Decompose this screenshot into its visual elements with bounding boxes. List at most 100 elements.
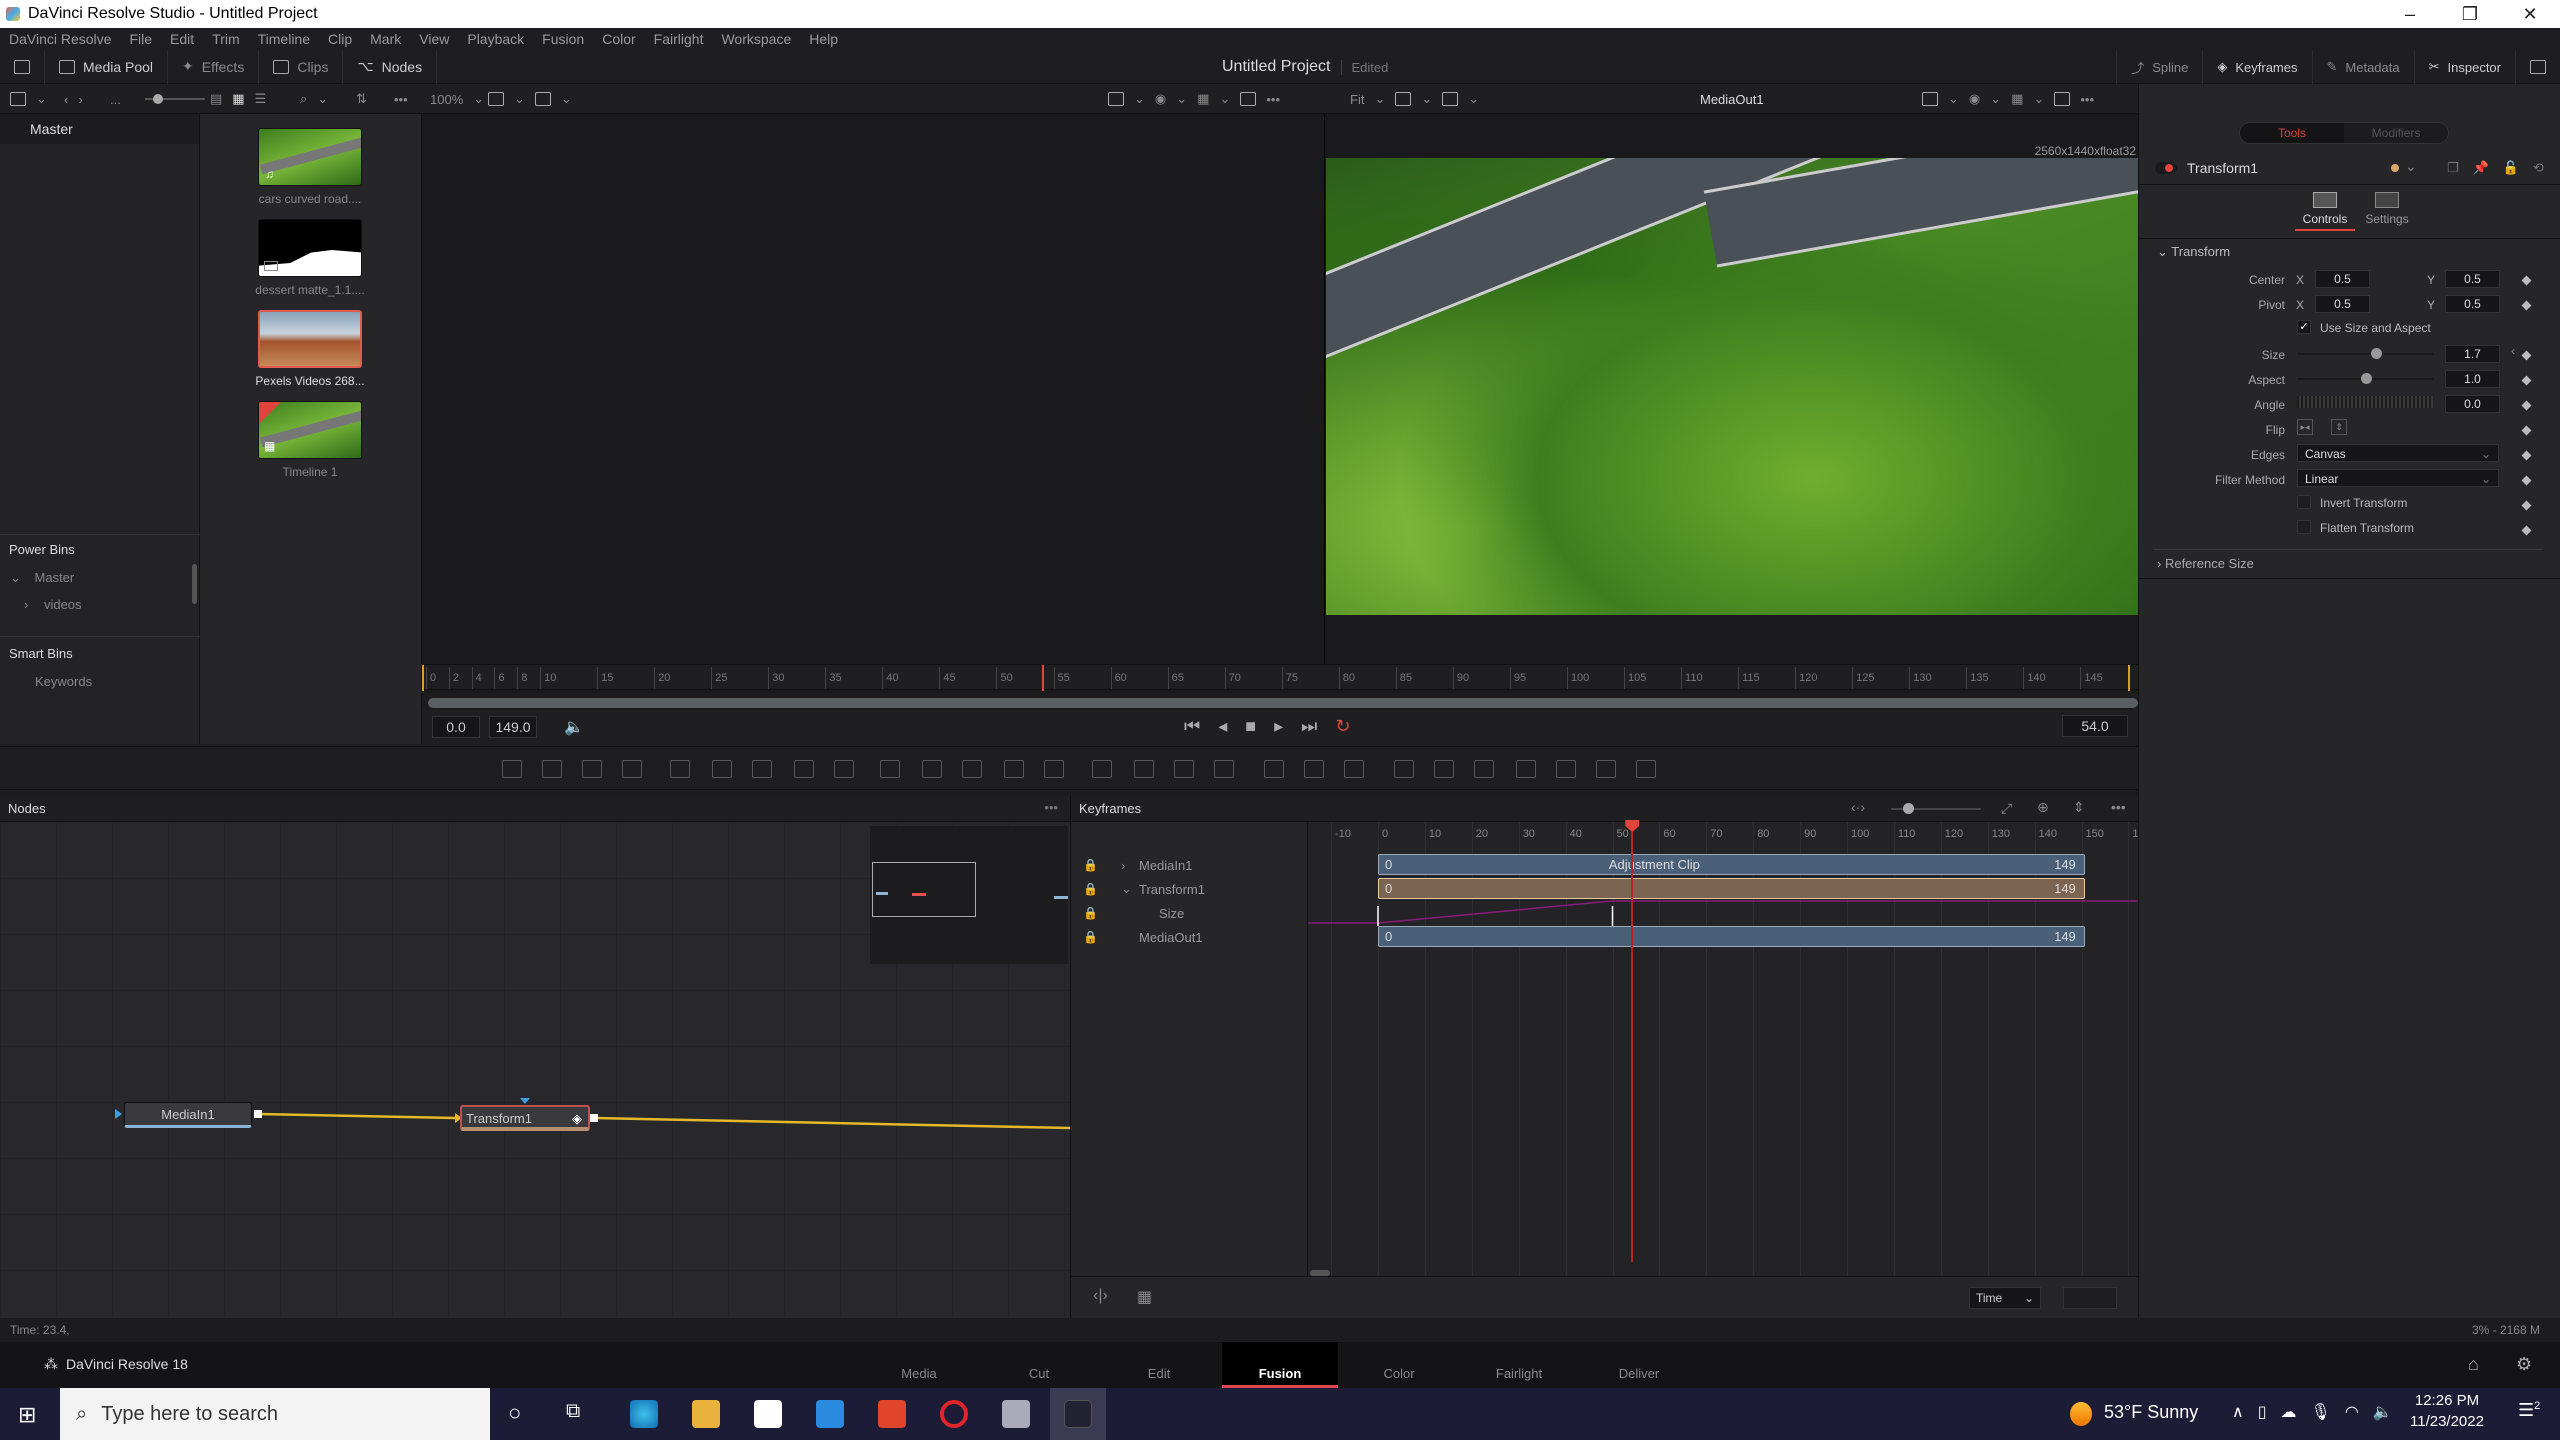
keyframe-diamond-icon[interactable] [2521, 300, 2532, 311]
keyframe-diamond-icon[interactable] [2521, 525, 2532, 536]
keyframes-timeline[interactable]: -10 0 10 20 30 40 50 60 70 80 90 100 110 120 130 140 150… [1308, 820, 2151, 1276]
keyframe-track-row[interactable]: 🔒 › MediaIn1 [1071, 854, 1309, 876]
node-mediain1[interactable]: MediaIn1 [124, 1102, 252, 1128]
size-slider[interactable] [2297, 348, 2433, 359]
power-bin-master[interactable]: ⌄ Master [10, 570, 74, 586]
subtab-controls[interactable]: Controls [2295, 192, 2355, 231]
time-value-field[interactable] [2063, 1287, 2117, 1309]
more-options-button[interactable]: ••• [394, 84, 408, 114]
menu-color[interactable]: Color [593, 31, 644, 47]
menu-view[interactable]: View [410, 31, 458, 47]
merge-tool-icon[interactable] [880, 760, 900, 778]
aspect-slider[interactable] [2297, 373, 2433, 384]
bspline-mask-tool-icon[interactable] [1214, 760, 1234, 778]
opera-icon[interactable] [940, 1400, 968, 1428]
tool-color-icon[interactable] [2391, 164, 2399, 172]
media-clip-thumbnail[interactable]: ▦ [258, 401, 362, 459]
fit-dropdown[interactable]: Fit ⌄ ⌄ ⌄ [1350, 84, 1479, 114]
file-explorer-icon[interactable] [692, 1400, 720, 1428]
maximize-button[interactable]: ❐ [2440, 0, 2500, 28]
microphone-icon[interactable]: 🎙 [2311, 1402, 2331, 1422]
right-viewer-tools[interactable]: ⌄ ◉ ⌄ ▦ ⌄ ••• [1922, 84, 2094, 114]
cortana-icon[interactable]: ○ [508, 1400, 521, 1426]
play-icon[interactable]: ▸ [1274, 716, 1283, 737]
davinci-taskbar-button[interactable] [1050, 1388, 1106, 1440]
use-size-aspect-checkbox[interactable]: ✓ [2297, 320, 2311, 334]
node-editor[interactable]: MediaIn1 Transform1 ◈ [0, 822, 1070, 1318]
particles-tool-icon[interactable] [670, 760, 690, 778]
transform-tool-icon[interactable] [1004, 760, 1024, 778]
left-viewer-tools[interactable]: ⌄ ◉ ⌄ ▦ ⌄ ••• [1108, 84, 1280, 114]
tool-enable-toggle[interactable] [2155, 162, 2177, 174]
background-tool-icon[interactable] [502, 760, 522, 778]
forward-icon[interactable]: › [78, 92, 82, 107]
menu-davinci[interactable]: DaVinci Resolve [0, 31, 120, 47]
stop-icon[interactable]: ■ [1245, 716, 1256, 737]
nodes-more-button[interactable]: ••• [1044, 800, 1058, 815]
effects-button[interactable]: ✦ Effects [168, 49, 260, 84]
keyframe-diamond-icon[interactable] [2521, 375, 2532, 386]
keyframes-tab[interactable]: ◈ Keyframes [2202, 50, 2311, 84]
viewer-image[interactable] [1326, 158, 2138, 615]
lock-icon[interactable]: 🔒 [1083, 882, 1098, 896]
spreadsheet-icon[interactable]: ▦ [1137, 1287, 1152, 1307]
prev-keyframe-icon[interactable]: ‹ [2511, 344, 2515, 358]
time-mode-dropdown[interactable]: Time ⌄ [1969, 1287, 2041, 1309]
light-3d-tool-icon[interactable] [1596, 760, 1616, 778]
menu-playback[interactable]: Playback [458, 31, 533, 47]
go-to-start-icon[interactable]: ⏮ [1184, 716, 1200, 737]
chevron-down-icon[interactable]: ⌄ [2405, 158, 2417, 175]
color-curves-tool-icon[interactable] [752, 760, 772, 778]
matte-tool-icon[interactable] [922, 760, 942, 778]
keyframe-diamond-icon[interactable] [2521, 275, 2532, 286]
lock-icon[interactable]: 🔒 [1083, 858, 1098, 872]
render-end-field[interactable]: 149.0 [489, 716, 537, 738]
angle-thumbwheel[interactable] [2297, 396, 2433, 408]
center-x-field[interactable]: 0.5 [2315, 270, 2370, 288]
nodes-button[interactable]: ⌥ Nodes [343, 49, 438, 84]
angle-field[interactable]: 0.0 [2445, 395, 2500, 413]
channel-boolean-tool-icon[interactable] [962, 760, 982, 778]
keyframe-diamond-icon[interactable] [2521, 475, 2532, 486]
merge-3d-tool-icon[interactable] [1516, 760, 1536, 778]
list-view-icon[interactable]: ☰ [255, 91, 267, 107]
menu-mark[interactable]: Mark [361, 31, 410, 47]
monitor-app-icon[interactable] [1002, 1400, 1030, 1428]
thumbnail-view-icon[interactable]: ▦ [232, 91, 244, 107]
keyframe-track-row[interactable]: 🔒 Size [1071, 902, 1309, 924]
mail-icon[interactable] [816, 1400, 844, 1428]
menu-edit[interactable]: Edit [161, 31, 203, 47]
zoom-fit-icon[interactable]: ⤢ [2001, 800, 2012, 817]
pivot-x-field[interactable]: 0.5 [2315, 295, 2370, 313]
settings-gear-icon[interactable]: ⚙ [2516, 1354, 2532, 1375]
blur-tool-icon[interactable] [834, 760, 854, 778]
text-tool-icon[interactable] [582, 760, 602, 778]
time-stretch-icon[interactable]: ‹|› [1093, 1287, 1108, 1305]
text-3d-tool-icon[interactable] [1474, 760, 1494, 778]
metadata-view-icon[interactable]: ▤ [210, 91, 222, 107]
flatten-transform-checkbox[interactable] [2297, 520, 2311, 534]
keyframe-diamond-icon[interactable] [2521, 450, 2532, 461]
media-clip-thumbnail[interactable]: ♫ [258, 128, 362, 186]
edges-dropdown[interactable]: Canvas ⌄ [2297, 444, 2499, 462]
keyframe-diamond-icon[interactable] [2521, 400, 2532, 411]
metadata-tab[interactable]: ✎ Metadata [2311, 50, 2414, 84]
bins-scrollbar[interactable] [192, 564, 197, 604]
particle-system-tool-icon[interactable] [1344, 760, 1364, 778]
tab-tools[interactable]: Tools [2240, 123, 2344, 143]
go-to-end-icon[interactable]: ⏭ [1301, 716, 1317, 737]
step-back-icon[interactable]: ◂ [1218, 716, 1227, 737]
inspector-tab[interactable]: ✂ Inspector [2413, 50, 2515, 84]
curves-tool-icon[interactable] [712, 760, 732, 778]
left-viewer[interactable] [422, 114, 1324, 664]
timeline-scrollbar[interactable] [428, 698, 2138, 708]
spline-tab[interactable]: ⤴ Spline [2116, 50, 2202, 84]
fit-horizontal-icon[interactable]: ‹·› [1851, 799, 1865, 815]
keyframes-more-button[interactable]: ••• [2111, 799, 2126, 815]
fast-noise-tool-icon[interactable] [542, 760, 562, 778]
page-deliver[interactable]: Deliver [1584, 1342, 1694, 1388]
bin-master[interactable]: Master [0, 114, 199, 144]
notifications-icon[interactable]: ☰2 [2518, 1400, 2540, 1421]
office-icon[interactable] [878, 1400, 906, 1428]
camera-3d-tool-icon[interactable] [1556, 760, 1576, 778]
